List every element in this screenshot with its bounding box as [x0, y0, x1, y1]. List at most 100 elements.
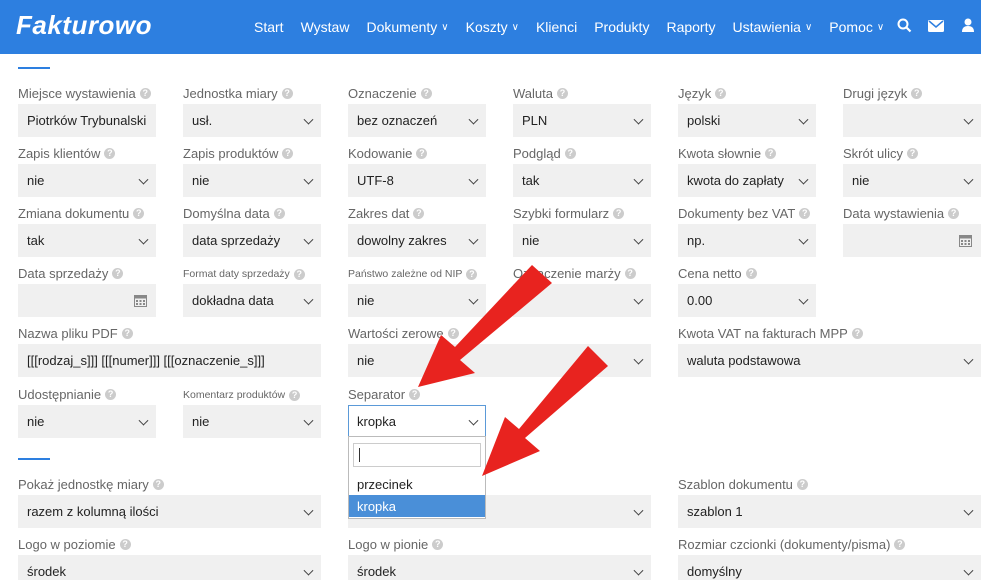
- separator-select[interactable]: kropka: [348, 405, 486, 438]
- help-icon[interactable]: ?: [282, 148, 294, 159]
- help-icon[interactable]: ?: [112, 268, 124, 279]
- zakres-dat-select[interactable]: dowolny zakres: [348, 224, 486, 257]
- dropdown-option-przecinek[interactable]: przecinek: [349, 473, 485, 495]
- nav-pomoc[interactable]: Pomoc ∨: [829, 19, 884, 35]
- calendar-icon[interactable]: [134, 294, 147, 310]
- help-icon[interactable]: ?: [906, 148, 918, 159]
- domyslna-data-select[interactable]: data sprzedaży: [183, 224, 321, 257]
- dropdown-option-kropka[interactable]: kropka: [349, 495, 485, 517]
- help-icon[interactable]: ?: [289, 389, 301, 401]
- data-wystawienia-input[interactable]: [843, 224, 981, 257]
- jednostka-miary-select[interactable]: usł.: [183, 104, 321, 137]
- help-icon[interactable]: ?: [119, 539, 131, 550]
- logo-poziome-select[interactable]: środek: [18, 555, 321, 580]
- szablon-dokumentu-select[interactable]: szablon 1: [678, 495, 981, 528]
- nav-koszty[interactable]: Koszty ∨: [466, 19, 519, 35]
- nav-label: Dokumenty: [366, 19, 438, 35]
- cena-netto-select[interactable]: 0.00: [678, 284, 816, 317]
- help-icon[interactable]: ?: [293, 268, 305, 280]
- udostepnianie-select[interactable]: nie: [18, 405, 156, 438]
- search-icon[interactable]: [895, 18, 913, 37]
- help-icon[interactable]: ?: [139, 88, 151, 99]
- user-icon[interactable]: [959, 18, 977, 36]
- help-icon[interactable]: ?: [624, 268, 636, 279]
- help-icon[interactable]: ?: [105, 389, 117, 400]
- help-icon[interactable]: ?: [564, 148, 576, 159]
- mail-icon[interactable]: [927, 19, 945, 36]
- calendar-icon[interactable]: [959, 234, 972, 250]
- field-label: Szablon dokumentu?: [678, 477, 808, 492]
- help-icon[interactable]: ?: [420, 88, 432, 99]
- help-icon[interactable]: ?: [447, 328, 459, 339]
- zapis-klientow-select[interactable]: nie: [18, 164, 156, 197]
- help-icon[interactable]: ?: [152, 479, 164, 490]
- logo[interactable]: Fakturowo: [16, 10, 152, 41]
- nav-ustawienia[interactable]: Ustawienia ∨: [732, 19, 812, 35]
- kodowanie-select[interactable]: UTF-8: [348, 164, 486, 197]
- podglad-select[interactable]: tak: [513, 164, 651, 197]
- jezyk-select[interactable]: polski: [678, 104, 816, 137]
- help-icon[interactable]: ?: [466, 268, 478, 280]
- main-nav: Start Wystaw Dokumenty ∨ Koszty ∨ Klienci …: [254, 0, 901, 54]
- help-icon[interactable]: ?: [948, 208, 960, 219]
- miejsce-wystawienia-input[interactable]: Piotrków Trybunalski: [18, 104, 156, 137]
- skrot-ulicy-select[interactable]: nie: [843, 164, 981, 197]
- help-icon[interactable]: ?: [745, 268, 757, 279]
- help-icon[interactable]: ?: [765, 148, 777, 159]
- help-icon[interactable]: ?: [851, 328, 863, 339]
- chevron-down-icon: [303, 174, 314, 185]
- field-label: Data sprzedaży?: [18, 266, 124, 281]
- help-icon[interactable]: ?: [911, 88, 923, 99]
- waluta-select[interactable]: PLN: [513, 104, 651, 137]
- oznaczenie-marzy-select[interactable]: [513, 284, 651, 317]
- help-icon[interactable]: ?: [715, 88, 727, 99]
- nav-klienci[interactable]: Klienci: [536, 19, 577, 35]
- nav-raporty[interactable]: Raporty: [666, 19, 715, 35]
- chevron-down-icon: [468, 294, 479, 305]
- help-icon[interactable]: ?: [413, 208, 425, 219]
- nav-dokumenty[interactable]: Dokumenty ∨: [366, 19, 448, 35]
- nav-wystaw[interactable]: Wystaw: [301, 19, 350, 35]
- help-icon[interactable]: ?: [613, 208, 625, 219]
- field-label: Dokumenty bez VAT?: [678, 206, 811, 221]
- dropdown-search-input[interactable]: [353, 443, 481, 467]
- kwota-slownie-select[interactable]: kwota do zapłaty: [678, 164, 816, 197]
- dokumenty-bez-vat-select[interactable]: np.: [678, 224, 816, 257]
- logo-pionie-select[interactable]: środek: [348, 555, 651, 580]
- drugi-jezyk-select[interactable]: [843, 104, 981, 137]
- rozmiar-czcionki-select[interactable]: domyślny: [678, 555, 981, 580]
- nazwa-pliku-pdf-input[interactable]: [[[rodzaj_s]]] [[[numer]]] [[[oznaczenie…: [18, 344, 321, 377]
- panstwo-nip-select[interactable]: nie: [348, 284, 486, 317]
- chevron-down-icon: [633, 505, 644, 516]
- help-icon[interactable]: ?: [104, 148, 116, 159]
- nav-start[interactable]: Start: [254, 19, 284, 35]
- oznaczenie-select[interactable]: bez oznaczeń: [348, 104, 486, 137]
- komentarz-produktow-select[interactable]: nie: [183, 405, 321, 438]
- format-daty-select[interactable]: dokładna data: [183, 284, 321, 317]
- chevron-down-icon: [633, 565, 644, 576]
- help-icon[interactable]: ?: [121, 328, 133, 339]
- chevron-down-icon: [468, 174, 479, 185]
- help-icon[interactable]: ?: [133, 208, 145, 219]
- data-sprzedazy-input[interactable]: [18, 284, 156, 317]
- help-icon[interactable]: ?: [799, 208, 811, 219]
- chevron-down-icon: [963, 354, 974, 365]
- szybki-formularz-select[interactable]: nie: [513, 224, 651, 257]
- zapis-produktow-select[interactable]: nie: [183, 164, 321, 197]
- help-icon[interactable]: ?: [273, 208, 285, 219]
- field-label: Nazwa pliku PDF?: [18, 326, 133, 341]
- help-icon[interactable]: ?: [409, 389, 421, 400]
- chevron-down-icon: [633, 174, 644, 185]
- zmiana-dokumentu-select[interactable]: tak: [18, 224, 156, 257]
- help-icon[interactable]: ?: [556, 88, 568, 99]
- help-icon[interactable]: ?: [432, 539, 444, 550]
- help-icon[interactable]: ?: [894, 539, 906, 550]
- wartosci-zerowe-select[interactable]: nie: [348, 344, 651, 377]
- nav-produkty[interactable]: Produkty: [594, 19, 649, 35]
- pokaz-jednostke-select[interactable]: razem z kolumną ilości: [18, 495, 321, 528]
- help-icon[interactable]: ?: [796, 479, 808, 490]
- kwota-vat-mpp-select[interactable]: waluta podstawowa: [678, 344, 981, 377]
- help-icon[interactable]: ?: [416, 148, 428, 159]
- field-label: Data wystawienia?: [843, 206, 960, 221]
- help-icon[interactable]: ?: [281, 88, 293, 99]
